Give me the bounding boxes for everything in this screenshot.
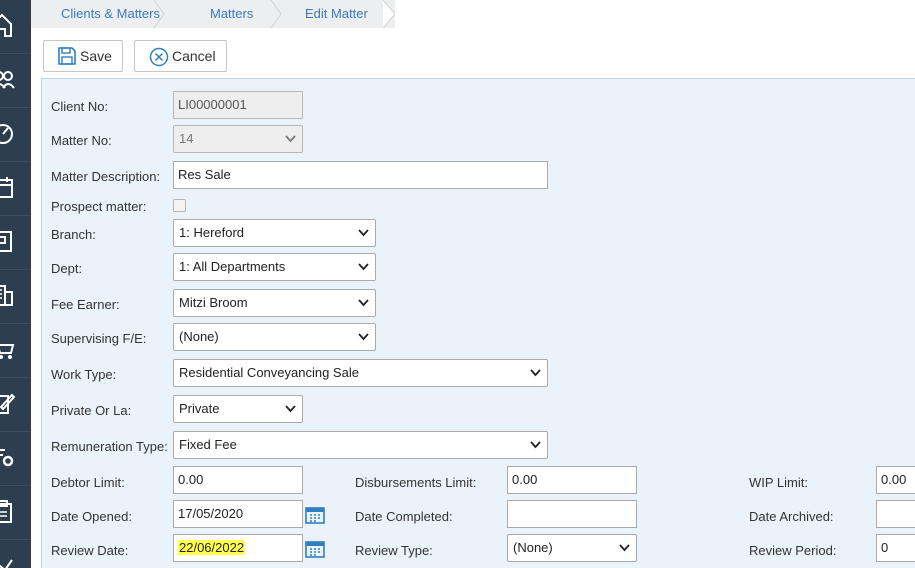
gauge-icon[interactable]	[0, 108, 31, 162]
building-icon[interactable]	[0, 270, 31, 324]
breadcrumb-matters[interactable]: Matters	[210, 0, 253, 28]
review-type-value: (None)	[513, 540, 553, 555]
client-no-field[interactable]: LI00000001	[173, 91, 303, 119]
cart-icon[interactable]	[0, 324, 31, 378]
dept-label: Dept:	[51, 261, 83, 276]
remuneration-type-value: Fixed Fee	[179, 437, 237, 452]
supervising-fe-value: (None)	[179, 329, 219, 344]
breadcrumb-clients-matters[interactable]: Clients & Matters	[61, 0, 160, 28]
chevron-down-icon	[619, 544, 630, 552]
wip-limit-input[interactable]: 0.00	[876, 466, 915, 494]
fee-earner-label: Fee Earner:	[51, 297, 120, 312]
save-button[interactable]: Save	[43, 40, 123, 72]
save-icon	[58, 47, 76, 65]
remuneration-type-select[interactable]: Fixed Fee	[173, 431, 548, 459]
people-icon[interactable]	[0, 54, 31, 108]
remuneration-type-label: Remuneration Type:	[51, 439, 168, 454]
date-archived-input[interactable]	[876, 500, 915, 528]
disbursements-limit-input[interactable]: 0.00	[507, 466, 637, 494]
review-date-label: Review Date:	[51, 543, 129, 558]
private-or-la-select[interactable]: Private	[173, 395, 303, 423]
review-period-input[interactable]: 0	[876, 534, 915, 562]
work-type-select[interactable]: Residential Conveyancing Sale	[173, 359, 548, 387]
private-or-la-value: Private	[179, 401, 220, 416]
disbursements-limit-label: Disbursements Limit:	[355, 475, 477, 490]
chevron-down-icon	[358, 299, 369, 307]
chevron-right-icon	[153, 0, 165, 28]
chevron-down-icon	[358, 229, 369, 237]
chart-icon[interactable]	[0, 540, 31, 568]
prospect-matter-label: Prospect matter:	[51, 199, 147, 214]
supervising-fe-select[interactable]: (None)	[173, 323, 376, 351]
fee-earner-value: Mitzi Broom	[179, 295, 248, 310]
review-type-select[interactable]: (None)	[507, 534, 637, 562]
review-date-value: 22/06/2022	[178, 540, 246, 555]
chevron-right-icon	[270, 0, 282, 28]
cancel-icon	[149, 47, 169, 67]
cancel-label: Cancel	[172, 48, 216, 64]
breadcrumb-edit-matter: Edit Matter	[305, 6, 368, 21]
chevron-down-icon	[530, 369, 541, 377]
dept-select[interactable]: 1: All Departments	[173, 253, 376, 281]
review-date-input[interactable]: 22/06/2022	[173, 534, 303, 562]
chevron-down-icon	[358, 333, 369, 341]
document-icon[interactable]	[0, 216, 31, 270]
breadcrumb-filler	[395, 0, 915, 28]
branch-select[interactable]: 1: Hereford	[173, 219, 376, 247]
chevron-down-icon	[285, 135, 296, 143]
work-type-label: Work Type:	[51, 367, 117, 382]
calendar-icon[interactable]	[305, 540, 325, 558]
matter-description-label: Matter Description:	[51, 169, 161, 184]
date-opened-label: Date Opened:	[51, 509, 132, 524]
dept-value: 1: All Departments	[179, 259, 286, 274]
client-no-label: Client No:	[51, 99, 109, 114]
date-completed-label: Date Completed:	[355, 509, 453, 524]
chevron-down-icon	[285, 405, 296, 413]
matter-no-label: Matter No:	[51, 133, 112, 148]
settings-list-icon[interactable]	[0, 432, 31, 486]
branch-value: 1: Hereford	[179, 225, 245, 240]
matter-description-input[interactable]: Res Sale	[173, 161, 548, 189]
matter-no-select[interactable]: 14	[173, 125, 303, 153]
debtor-limit-label: Debtor Limit:	[51, 475, 125, 490]
work-type-value: Residential Conveyancing Sale	[179, 365, 359, 380]
branch-label: Branch:	[51, 227, 96, 242]
breadcrumb: Clients & Matters Matters Edit Matter	[31, 0, 915, 28]
cancel-button[interactable]: Cancel	[134, 40, 227, 72]
chevron-down-icon	[530, 441, 541, 449]
debtor-limit-input[interactable]: 0.00	[173, 466, 303, 494]
calendar-icon[interactable]	[305, 506, 325, 524]
fee-earner-select[interactable]: Mitzi Broom	[173, 289, 376, 317]
date-archived-label: Date Archived:	[749, 509, 834, 524]
calendar-icon[interactable]	[0, 162, 31, 216]
date-completed-input[interactable]	[507, 500, 637, 528]
edit-icon[interactable]	[0, 378, 31, 432]
review-type-label: Review Type:	[355, 543, 433, 558]
home-icon[interactable]	[0, 0, 31, 54]
save-label: Save	[80, 48, 112, 64]
matter-no-value: 14	[179, 131, 194, 146]
wip-limit-label: WIP Limit:	[749, 475, 808, 490]
supervising-fe-label: Supervising F/E:	[51, 331, 147, 346]
left-nav	[0, 0, 31, 568]
review-period-label: Review Period:	[749, 543, 837, 558]
chevron-down-icon	[358, 263, 369, 271]
date-opened-input[interactable]: 17/05/2020	[173, 500, 303, 528]
clipboard-icon[interactable]	[0, 486, 31, 540]
private-or-la-label: Private Or La:	[51, 403, 132, 418]
prospect-matter-checkbox[interactable]	[173, 199, 186, 212]
